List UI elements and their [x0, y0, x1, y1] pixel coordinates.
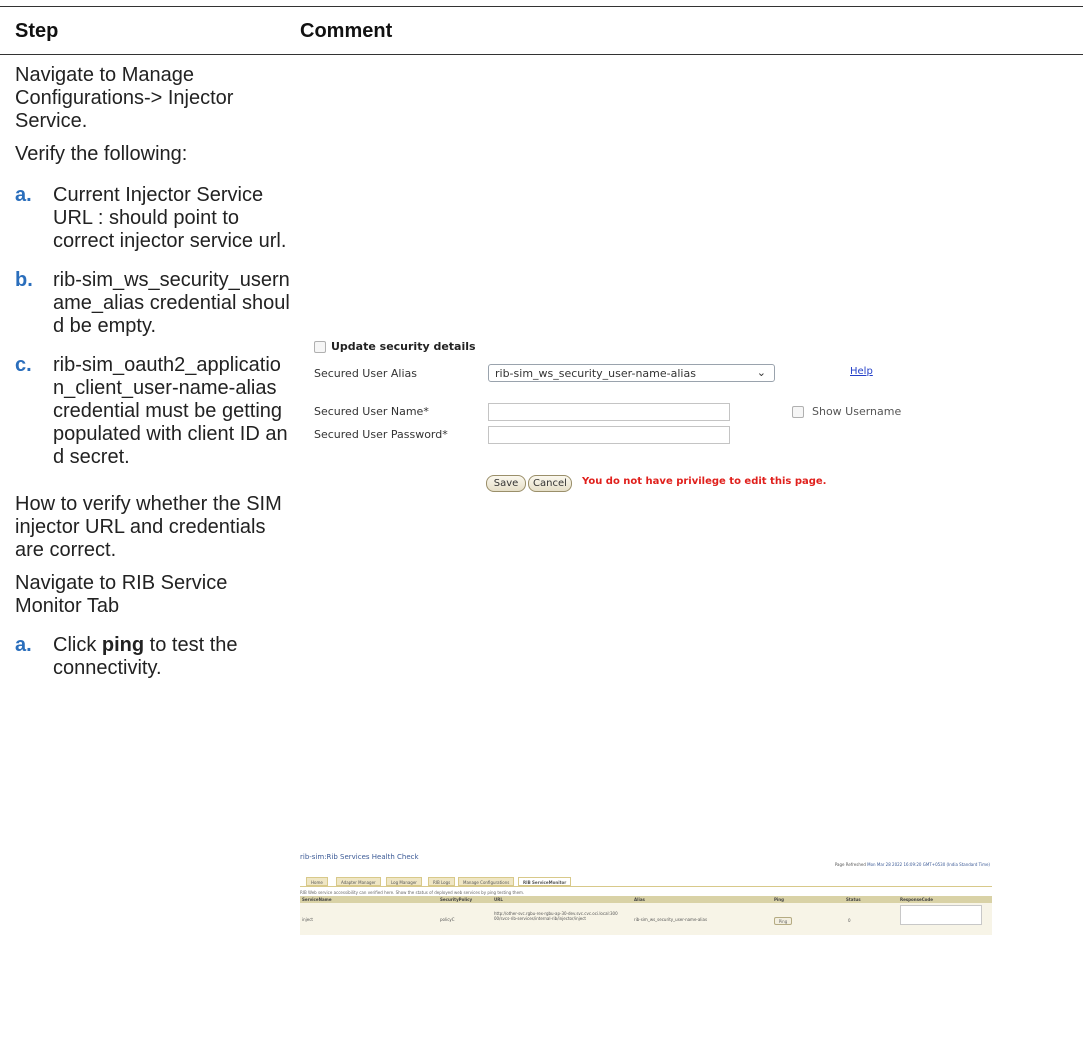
- monitor-instruction: Navigate to RIB Service Monitor Tab: [15, 572, 228, 617]
- update-security-label: Update security details: [331, 340, 476, 353]
- update-security-checkbox[interactable]: [314, 341, 326, 353]
- tab-log-manager[interactable]: Log Manager: [386, 877, 422, 886]
- health-check-description: RIB Web service accessibility can verifi…: [300, 890, 525, 895]
- list-label: c.: [15, 354, 32, 376]
- url-cell: http://other-svc.rgbu-rex-rgbu-ap-30-dev…: [494, 911, 618, 921]
- step-cell: Navigate to Manage Configurations-> Inje…: [15, 64, 290, 680]
- tab-rib-servicemonitor[interactable]: RIB ServiceMonitor: [518, 877, 572, 886]
- show-username-option: Show Username: [792, 405, 901, 418]
- ping-keyword: ping: [101, 634, 145, 656]
- alias-cell: rib-sim_ws_security_user-name-alias: [634, 917, 708, 922]
- save-button[interactable]: Save: [486, 475, 526, 492]
- list-label: b.: [15, 269, 33, 291]
- cancel-button[interactable]: Cancel: [528, 475, 572, 492]
- list-item: a. Current Injector Service URL : should…: [15, 184, 290, 253]
- privilege-error-message: You do not have privilege to edit this p…: [582, 476, 827, 487]
- chevron-down-icon: ⌄: [756, 366, 766, 379]
- list-label: a.: [15, 634, 32, 656]
- table-top-rule: [0, 6, 1083, 7]
- navigate-instruction: Navigate to Manage Configurations-> Inje…: [15, 64, 234, 132]
- list-item: c. rib-sim_oauth2_application_client_use…: [15, 354, 290, 469]
- show-username-checkbox[interactable]: [792, 406, 804, 418]
- tab-home[interactable]: Home: [306, 877, 328, 886]
- list-text: rib-sim_oauth2_application_client_user-n…: [53, 354, 288, 468]
- tab-adapter-manager[interactable]: Adapter Manager: [336, 877, 381, 886]
- col-responsecode: ResponseCode: [900, 897, 933, 902]
- page-refreshed-info: Page Refreshed Mon Mar 28 2022 16:09:20 …: [835, 862, 990, 867]
- list-text: Current Injector Service URL : should po…: [53, 184, 287, 252]
- service-table-header: ServiceName SecurityPolicy URL Alias Pin…: [300, 896, 992, 903]
- show-username-label: Show Username: [812, 405, 902, 418]
- col-ping: Ping: [774, 897, 785, 902]
- click-text: Click: [53, 634, 102, 656]
- status-cell: 0: [848, 918, 851, 923]
- comment-column-header: Comment: [300, 20, 393, 42]
- tab-rib-logs[interactable]: RIB Logs: [428, 877, 456, 886]
- username-label: Secured User Name*: [314, 405, 429, 418]
- tab-manage-configurations[interactable]: Manage Configurations: [458, 877, 515, 886]
- list-text: rib-sim_ws_security_username_alias crede…: [53, 269, 290, 337]
- alias-select[interactable]: rib-sim_ws_security_user-name-alias ⌄: [488, 364, 775, 382]
- help-link[interactable]: Help: [850, 366, 873, 377]
- health-check-title: rib-sim:Rib Services Health Check: [300, 853, 419, 861]
- table-row: inject policyC http://other-svc.rgbu-rex…: [300, 903, 992, 935]
- tab-bar: Home Adapter Manager Log Manager RIB Log…: [300, 877, 992, 887]
- policy-cell: policyC: [440, 917, 455, 922]
- list-item: b. rib-sim_ws_security_username_alias cr…: [15, 269, 290, 338]
- health-check-screenshot: rib-sim:Rib Services Health Check Page R…: [300, 853, 992, 993]
- howto-instruction: How to verify whether the SIM injector U…: [15, 493, 282, 561]
- alias-selected-value: rib-sim_ws_security_user-name-alias: [495, 367, 696, 380]
- table-header-rule: [0, 54, 1083, 55]
- security-details-screenshot: Update security details Secured User Ali…: [310, 336, 920, 506]
- col-securitypolicy: SecurityPolicy: [440, 897, 473, 902]
- alias-label: Secured User Alias: [314, 367, 417, 380]
- list-text: Click ping to test the connectivity.: [53, 634, 290, 680]
- list-label: a.: [15, 184, 32, 206]
- ping-button[interactable]: Ping: [774, 917, 792, 925]
- verify-instruction: Verify the following:: [15, 143, 188, 165]
- col-url: URL: [494, 897, 503, 902]
- username-field[interactable]: [488, 403, 730, 421]
- refresh-time: Mon Mar 28 2022 16:09:20 GMT+0530 (India…: [867, 862, 990, 867]
- refresh-prefix: Page Refreshed: [834, 862, 866, 867]
- update-security-option: Update security details: [314, 340, 476, 353]
- col-servicename: ServiceName: [302, 897, 332, 902]
- password-label: Secured User Password*: [314, 428, 448, 441]
- col-alias: Alias: [634, 897, 645, 902]
- password-field[interactable]: [488, 426, 730, 444]
- step-column-header: Step: [15, 20, 59, 42]
- col-status: Status: [846, 897, 861, 902]
- service-name-cell: inject: [302, 917, 313, 922]
- list-item: a. Click ping to test the connectivity.: [15, 634, 290, 680]
- response-code-textarea[interactable]: [900, 905, 982, 925]
